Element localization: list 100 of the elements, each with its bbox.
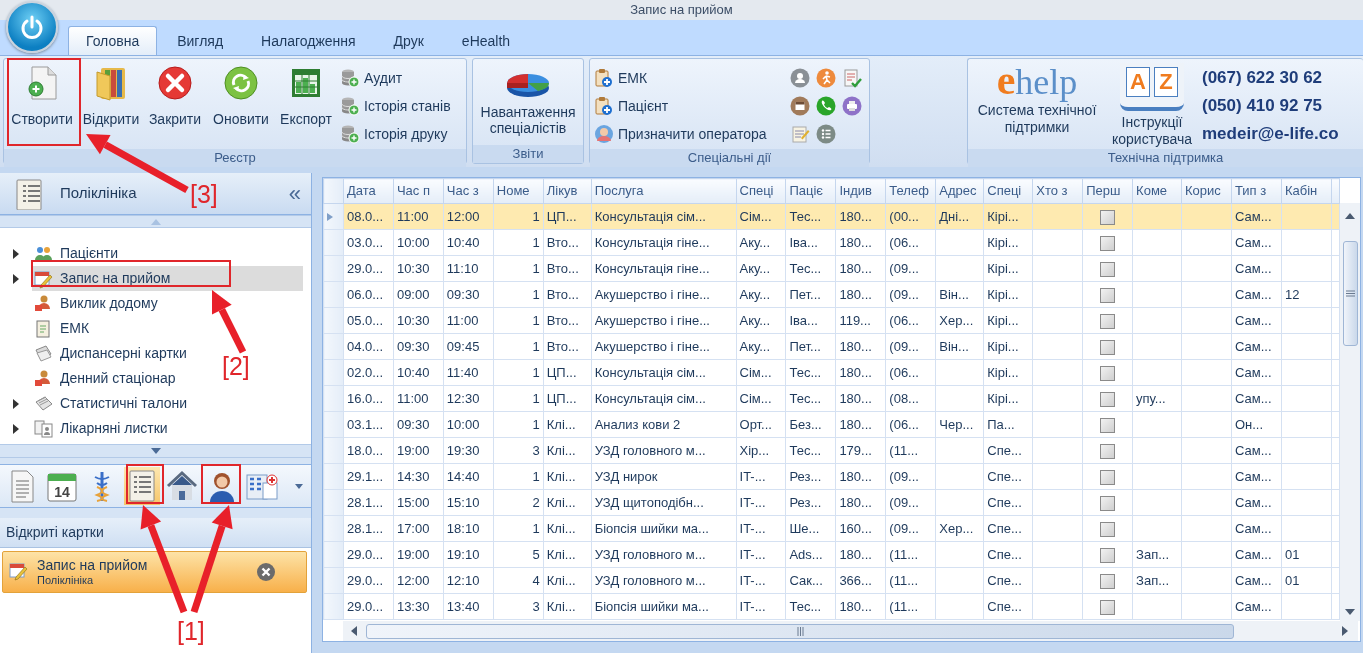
tree-item[interactable]: Статистичні талони: [32, 391, 194, 416]
table-cell: Акушерство і гіне...: [591, 281, 736, 308]
scroll-down-icon[interactable]: [150, 446, 161, 456]
checkbox[interactable]: [1100, 521, 1116, 537]
column-header[interactable]: Корис: [1181, 178, 1232, 204]
column-header[interactable]: Кабін: [1281, 178, 1332, 204]
scroll-up-icon[interactable]: [1344, 211, 1356, 221]
column-header[interactable]: Індив: [835, 178, 886, 204]
checkbox[interactable]: [1100, 365, 1116, 381]
checkbox[interactable]: [1100, 287, 1116, 303]
list-icon[interactable]: [816, 124, 836, 144]
column-header[interactable]: Тип з: [1231, 178, 1282, 204]
running-person-icon[interactable]: [816, 68, 836, 88]
table-cell: Кірі...: [983, 229, 1033, 256]
column-header[interactable]: Спеці: [736, 178, 786, 204]
scroll-left-icon[interactable]: [349, 625, 359, 637]
column-header[interactable]: Телеф: [885, 178, 936, 204]
table-cell: 13:40: [443, 593, 494, 620]
ribbon-button[interactable]: Оновити: [208, 60, 274, 148]
scroll-thumb[interactable]: [366, 623, 1234, 639]
vertical-scrollbar[interactable]: [1340, 203, 1360, 621]
checkbox[interactable]: [1100, 235, 1116, 251]
help-link[interactable]: Система технічної підтримки: [972, 102, 1102, 136]
table-cell: 04.0...: [343, 333, 394, 360]
column-header[interactable]: Час п: [393, 178, 444, 204]
checkbox[interactable]: [1100, 547, 1116, 563]
table-cell: Кірі...: [983, 281, 1033, 308]
checkbox[interactable]: [1100, 573, 1116, 589]
checkbox[interactable]: [1100, 495, 1116, 511]
ribbon-button[interactable]: Призначити оператора: [592, 120, 769, 148]
table-cell: Тес...: [785, 437, 836, 464]
checkbox[interactable]: [1100, 313, 1116, 329]
table-cell: Сам...: [1231, 463, 1282, 490]
nav-button[interactable]: 14: [44, 467, 80, 505]
ribbon-button[interactable]: Історія друку: [338, 120, 453, 148]
printer-icon[interactable]: [842, 96, 862, 116]
tree-item[interactable]: Диспансерні картки: [32, 341, 193, 366]
ribbon-tab[interactable]: Друк: [375, 26, 442, 55]
column-header[interactable]: Паціє: [785, 178, 836, 204]
ribbon-button[interactable]: Історія станів: [338, 92, 453, 120]
open-card[interactable]: Запис на прийом Поліклініка: [2, 551, 307, 593]
checkbox[interactable]: [1100, 339, 1116, 355]
table-cell: (11...: [885, 567, 936, 594]
tree-item[interactable]: Лікарняні листки: [32, 416, 174, 441]
checklist-icon[interactable]: [842, 68, 862, 88]
ribbon-button[interactable]: Створити: [6, 60, 78, 148]
column-header[interactable]: Спеці: [983, 178, 1033, 204]
column-header[interactable]: Дата: [343, 178, 394, 204]
ribbon-tab[interactable]: Вигляд: [159, 26, 242, 55]
ribbon-button[interactable]: Пацієнт: [592, 92, 769, 120]
checkbox[interactable]: [1100, 599, 1116, 615]
column-header[interactable]: Лікув: [543, 178, 592, 204]
column-header[interactable]: Перш: [1082, 178, 1133, 204]
manual-link[interactable]: Інструкції користувача: [1108, 114, 1196, 148]
table-cell: Клі...: [543, 567, 592, 594]
scroll-right-icon[interactable]: [1340, 625, 1350, 637]
user-icon[interactable]: [790, 68, 810, 88]
dropdown-caret-icon[interactable]: [295, 483, 303, 490]
checkbox[interactable]: [1100, 469, 1116, 485]
column-header[interactable]: Хто з: [1032, 178, 1083, 204]
expand-icon[interactable]: [11, 423, 21, 434]
expand-icon[interactable]: [11, 248, 21, 259]
expand-icon[interactable]: [11, 273, 21, 284]
column-header[interactable]: Послуга: [591, 178, 736, 204]
checkbox[interactable]: [1100, 417, 1116, 433]
calendar-icon[interactable]: [790, 96, 810, 116]
table-cell: 180...: [835, 229, 886, 256]
column-header[interactable]: Адрес: [935, 178, 984, 204]
checkbox[interactable]: [1100, 209, 1116, 225]
row-selector[interactable]: [323, 203, 344, 230]
tree-item[interactable]: Пацієнти: [32, 241, 125, 266]
checkbox[interactable]: [1100, 261, 1116, 277]
notepad-icon[interactable]: [790, 124, 810, 144]
collapse-button[interactable]: «: [288, 182, 301, 205]
nav-button[interactable]: [124, 467, 160, 505]
ribbon-tab[interactable]: eHealth: [443, 26, 529, 55]
column-header[interactable]: Час з: [443, 178, 494, 204]
expand-icon[interactable]: [11, 398, 21, 409]
checkbox[interactable]: [1100, 391, 1116, 407]
checkbox[interactable]: [1100, 443, 1116, 459]
horizontal-scrollbar[interactable]: [343, 621, 1358, 641]
tree-item[interactable]: Запис на прийом: [32, 266, 303, 291]
tree-item[interactable]: Виклик додому: [32, 291, 164, 316]
ribbon-button[interactable]: ЕМК: [592, 64, 769, 92]
tree-item[interactable]: Денний стаціонар: [32, 366, 182, 391]
ribbon-button[interactable]: Аудит: [338, 64, 453, 92]
close-icon[interactable]: [256, 562, 276, 583]
splitter[interactable]: [0, 508, 311, 518]
column-header[interactable]: Номе: [493, 178, 544, 204]
phone-icon[interactable]: [816, 96, 836, 116]
column-header[interactable]: Коме: [1132, 178, 1182, 204]
ribbon-tab[interactable]: Головна: [68, 26, 158, 55]
ribbon-tab[interactable]: Налагодження: [243, 26, 374, 55]
table-cell: 11:00: [443, 307, 494, 334]
ribbon-button[interactable]: Експорт: [276, 60, 336, 148]
ribbon-button[interactable]: Навантаження спеціалістів: [475, 60, 581, 144]
scroll-down-icon[interactable]: [1344, 607, 1356, 617]
scroll-thumb[interactable]: [1342, 241, 1358, 346]
ribbon-button[interactable]: Закрити: [144, 60, 206, 148]
tree-item[interactable]: ЕМК: [32, 316, 96, 341]
